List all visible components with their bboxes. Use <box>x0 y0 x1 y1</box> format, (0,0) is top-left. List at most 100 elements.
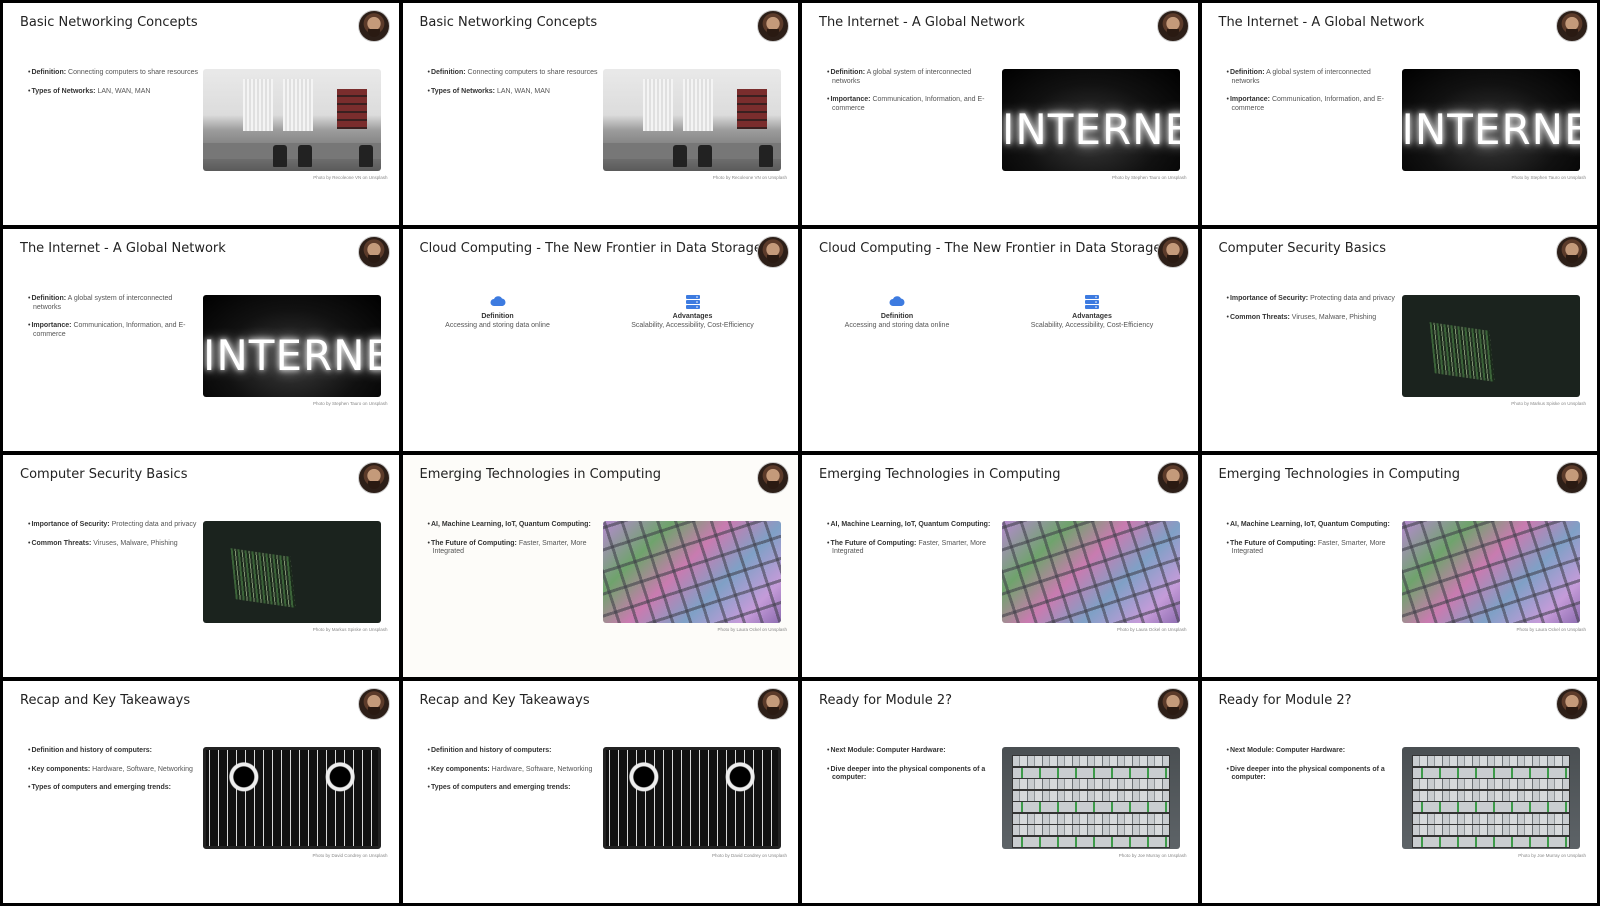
bullet-item: Definition and history of computers: <box>28 747 198 756</box>
bullet-term: Types of computers and emerging trends: <box>430 784 571 791</box>
content-column: Advantages Scalability, Accessibility, Co… <box>608 295 778 330</box>
bullet-term: Types of Networks: <box>31 87 96 95</box>
slide-title: Basic Networking Concepts <box>20 15 198 30</box>
presenter-avatar <box>1556 10 1588 42</box>
slide-title: The Internet - A Global Network <box>20 241 226 256</box>
bullet-list: AI, Machine Learning, IoT, Quantum Compu… <box>827 521 997 567</box>
column-text: Accessing and storing data online <box>844 322 950 329</box>
slide-photo: INTERNET <box>1401 69 1580 171</box>
photo-credit: Photo by David Condrey on Unsplash <box>711 853 787 858</box>
bullet-term: Next Module: Computer Hardware: <box>830 747 946 754</box>
photo-credit: Photo by Recoleone VN on Unsplash <box>712 175 787 180</box>
bullet-list: AI, Machine Learning, IoT, Quantum Compu… <box>428 521 598 567</box>
bullet-text: Hardware, Software, Networking <box>90 765 193 773</box>
slide-thumbnail[interactable]: The Internet - A Global Network Definitio… <box>1201 3 1597 225</box>
slide-photo <box>602 521 781 623</box>
slide-thumbnail[interactable]: Computer Security Basics Importance of Se… <box>1201 229 1597 451</box>
bullet-term: Definition: <box>430 69 466 76</box>
bullet-term: Definition: <box>31 69 67 76</box>
slide-thumbnail[interactable]: Basic Networking Concepts Definition: Con… <box>3 3 399 225</box>
photo-credit: Photo by Recoleone VN on Unsplash <box>313 175 388 180</box>
bullet-item: Definition: A global system of interconn… <box>827 69 997 86</box>
bullet-term: AI, Machine Learning, IoT, Quantum Compu… <box>830 521 991 528</box>
bullet-list: Next Module: Computer Hardware: Dive deep… <box>827 747 997 793</box>
column-text: Scalability, Accessibility, Cost-Efficie… <box>631 322 754 329</box>
photo-credit: Photo by Laura Ockel on Unsplash <box>1116 627 1187 632</box>
column-heading: Advantages <box>672 313 713 320</box>
bullet-list: Definition and history of computers: Key … <box>428 747 598 803</box>
bullet-term: Dive deeper into the physical components… <box>830 765 986 782</box>
bullet-text: Hardware, Software, Networking <box>489 765 593 773</box>
bullet-term: Definition: <box>1229 69 1265 76</box>
slide-thumbnail[interactable]: Emerging Technologies in Computing AI, Ma… <box>802 455 1198 677</box>
bullet-item: Definition: Connecting computers to shar… <box>428 69 598 78</box>
bullet-term: Importance: <box>1229 96 1271 103</box>
bullet-item: The Future of Computing: Faster, Smarter… <box>827 540 997 557</box>
presenter-avatar <box>757 236 789 268</box>
bullet-term: Common Threats: <box>31 539 92 547</box>
slide-photo <box>602 69 781 171</box>
slide-thumbnail[interactable]: Ready for Module 2? Next Module: Computer… <box>802 681 1198 903</box>
cloud-icon <box>413 295 583 309</box>
presenter-avatar <box>1156 10 1189 42</box>
slide-thumbnail[interactable]: Recap and Key Takeaways Definition and hi… <box>402 681 798 903</box>
presenter-avatar <box>1156 462 1189 494</box>
presenter-avatar <box>757 462 789 494</box>
bullet-term: The Future of Computing: <box>430 539 517 547</box>
bullet-item: Importance of Security: Protecting data … <box>28 521 198 530</box>
photo-credit: Photo by Stephen Tauro on Unsplash <box>313 401 388 406</box>
slide-thumbnail[interactable]: Emerging Technologies in Computing AI, Ma… <box>402 455 798 677</box>
bullet-item: Importance of Security: Protecting data … <box>1227 295 1397 304</box>
slide-thumbnail[interactable]: Recap and Key Takeaways Definition and hi… <box>3 681 399 903</box>
column-text: Scalability, Accessibility, Cost-Efficie… <box>1030 322 1154 329</box>
slide-photo <box>203 521 381 623</box>
slide-title: Emerging Technologies in Computing <box>1218 467 1461 482</box>
cloud-icon <box>812 295 982 309</box>
slide-thumbnail[interactable]: Cloud Computing - The New Frontier in Da… <box>802 229 1198 451</box>
photo-credit: Photo by David Condrey on Unsplash <box>312 853 388 858</box>
slide-thumbnail[interactable]: Cloud Computing - The New Frontier in Da… <box>402 229 798 451</box>
bullet-item: Next Module: Computer Hardware: <box>1227 747 1397 756</box>
slide-title: Computer Security Basics <box>1218 241 1386 256</box>
content-column: Definition Accessing and storing data onl… <box>413 295 583 330</box>
column-heading: Definition <box>880 313 914 320</box>
bullet-term: Next Module: Computer Hardware: <box>1229 747 1346 754</box>
presenter-avatar <box>357 236 390 268</box>
presenter-avatar <box>757 688 789 720</box>
slide-thumbnail[interactable]: The Internet - A Global Network Definitio… <box>802 3 1198 225</box>
slide-title: Ready for Module 2? <box>819 693 953 708</box>
bullet-term: Definition: <box>830 69 866 76</box>
bullet-text: Connecting computers to share resources <box>465 69 598 76</box>
presenter-avatar <box>1556 462 1588 494</box>
presenter-avatar <box>357 462 390 494</box>
neon-sign-text: INTERNET <box>1401 105 1580 154</box>
bullet-list: Definition: A global system of interconn… <box>28 295 198 349</box>
slide-title: Computer Security Basics <box>20 467 188 482</box>
bullet-item: AI, Machine Learning, IoT, Quantum Compu… <box>827 521 997 530</box>
slide-thumbnail[interactable]: Computer Security Basics Importance of Se… <box>3 455 399 677</box>
slide-thumbnail[interactable]: Emerging Technologies in Computing AI, Ma… <box>1201 455 1597 677</box>
bullet-term: Types of Networks: <box>430 87 496 95</box>
slide-thumbnail[interactable]: Basic Networking Concepts Definition: Con… <box>402 3 798 225</box>
slide-thumbnail[interactable]: Ready for Module 2? Next Module: Computer… <box>1201 681 1597 903</box>
presenter-avatar <box>1156 688 1189 720</box>
slide-photo: INTERNET <box>1002 69 1180 171</box>
slide-title: Emerging Technologies in Computing <box>419 467 662 482</box>
bullet-term: AI, Machine Learning, IoT, Quantum Compu… <box>1229 521 1390 528</box>
slide-photo <box>1401 521 1580 623</box>
slide-title: Recap and Key Takeaways <box>419 693 590 708</box>
bullet-term: Definition and history of computers: <box>430 747 552 754</box>
slide-thumbnail[interactable]: The Internet - A Global Network Definitio… <box>3 229 399 451</box>
bullet-item: Importance: Communication, Information, … <box>1227 96 1397 113</box>
slide-photo <box>1002 747 1180 849</box>
bullet-list: Definition and history of computers: Key … <box>28 747 198 803</box>
bullet-item: Definition: A global system of interconn… <box>28 295 198 312</box>
bullet-list: AI, Machine Learning, IoT, Quantum Compu… <box>1227 521 1397 567</box>
bullet-term: Key components: <box>31 765 91 773</box>
slide-title: Cloud Computing - The New Frontier in Da… <box>419 241 762 256</box>
bullet-item: Types of Networks: LAN, WAN, MAN <box>28 88 198 97</box>
server-icon <box>1007 295 1177 309</box>
bullet-term: Importance of Security: <box>1229 295 1309 302</box>
slide-photo: INTERNET <box>203 295 381 397</box>
photo-credit: Photo by Stephen Tauro on Unsplash <box>1511 175 1586 180</box>
